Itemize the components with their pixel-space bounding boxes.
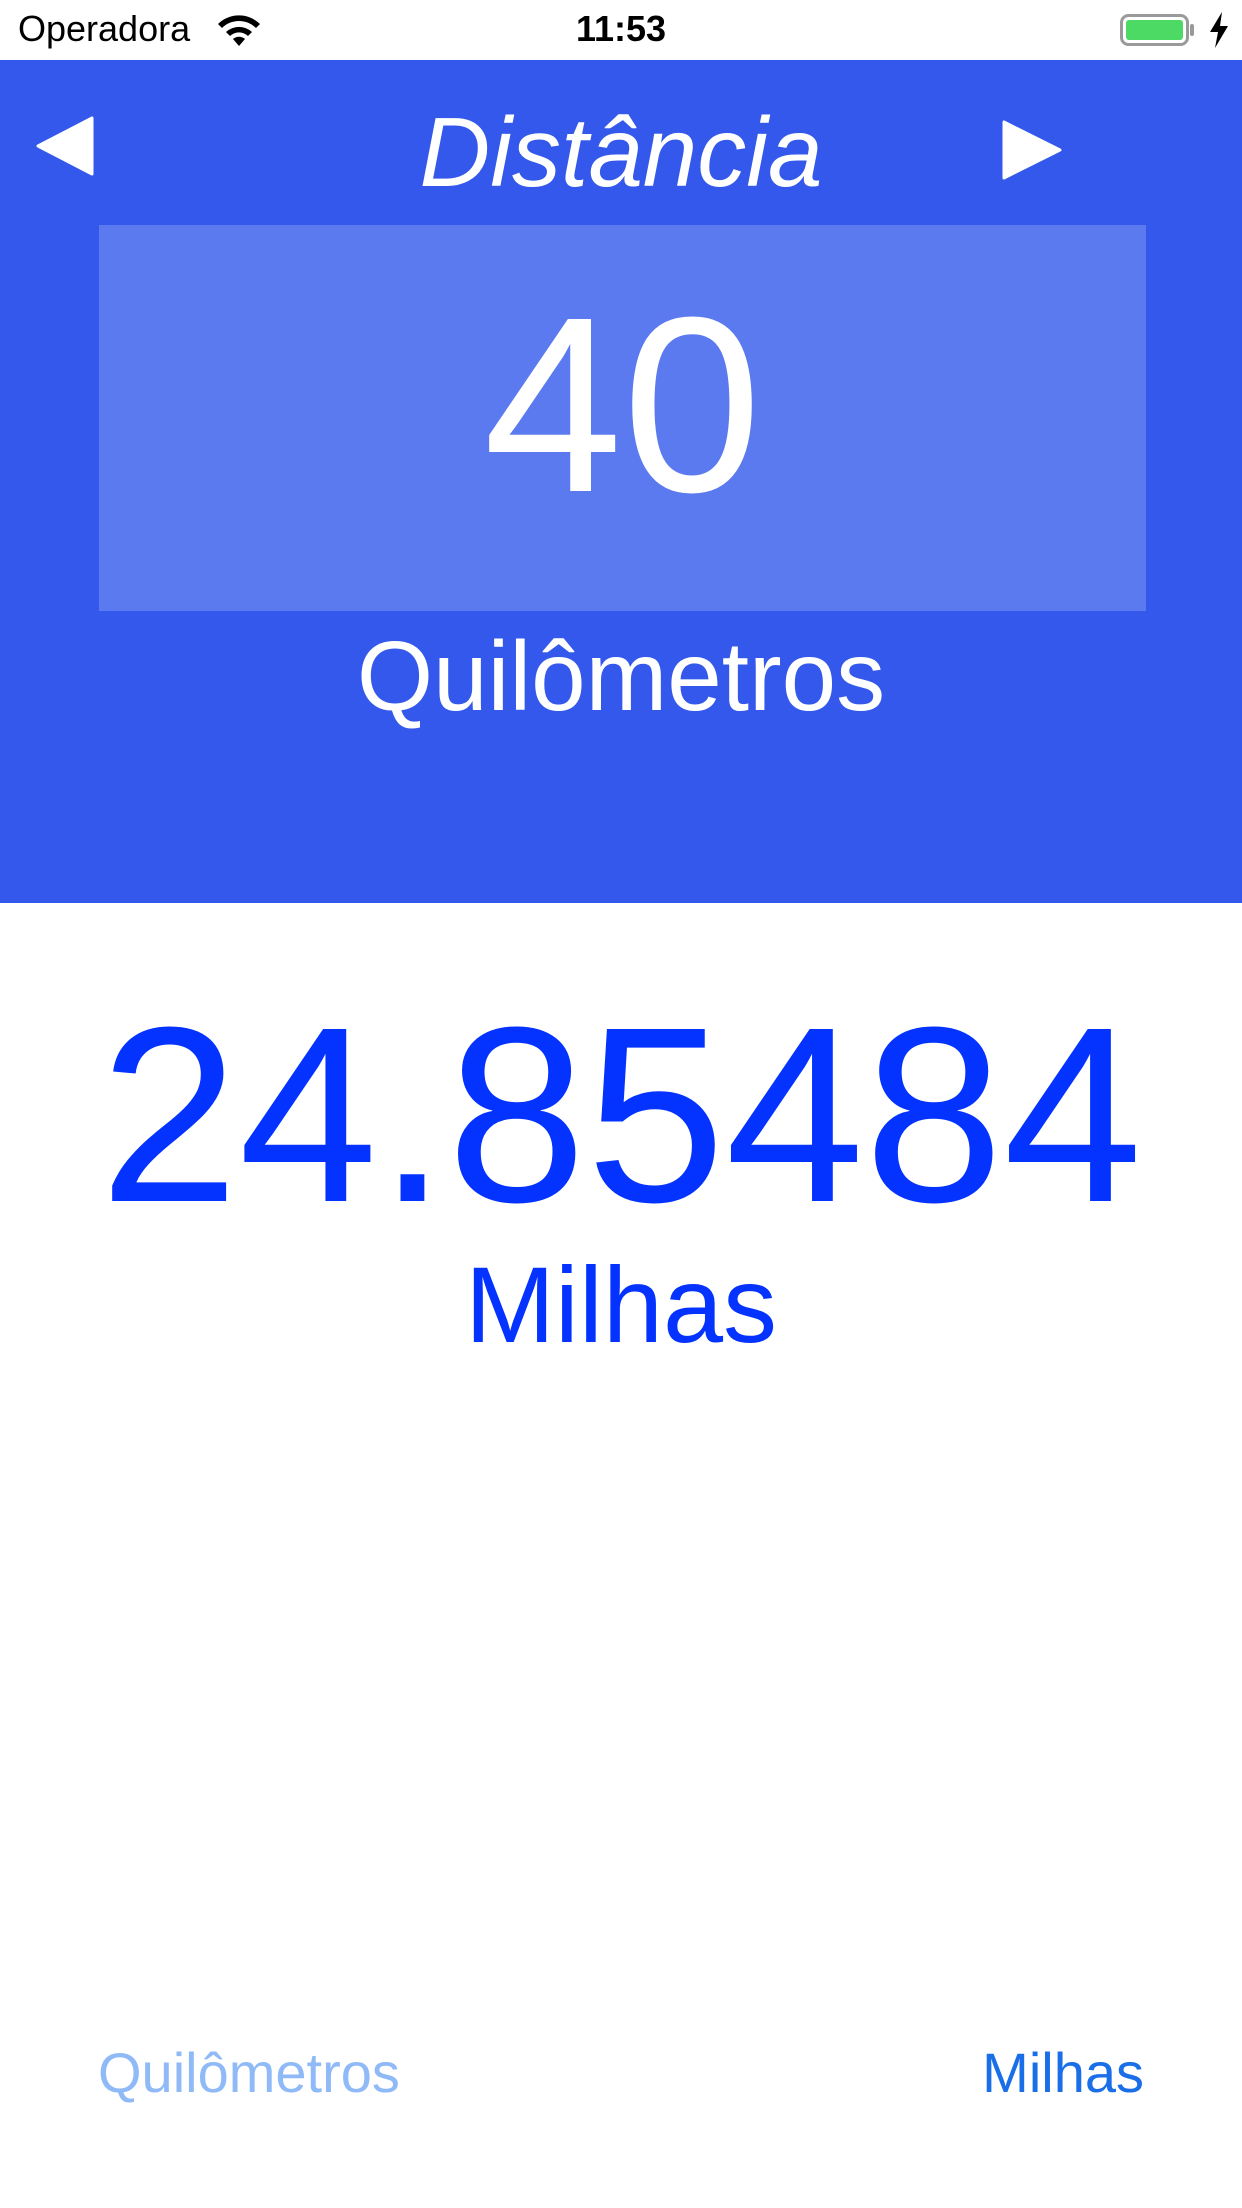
status-bar: Operadora 11:53: [0, 0, 1242, 60]
clock: 11:53: [575, 8, 667, 49]
input-field[interactable]: 40: [99, 225, 1146, 611]
battery-icon: [1120, 14, 1194, 46]
charging-icon: [1210, 12, 1228, 48]
input-panel: Distância 40 Quilômetros: [0, 60, 1242, 903]
result-unit-label: Milhas: [464, 1244, 778, 1365]
input-value[interactable]: 40: [99, 280, 1146, 530]
triangle-right-icon: [1002, 120, 1062, 180]
unit-button-miles[interactable]: Milhas: [982, 2040, 1144, 2105]
unit-button-kilometers[interactable]: Quilômetros: [98, 2040, 400, 2105]
next-category-button[interactable]: [996, 114, 1068, 186]
input-unit-label: Quilômetros: [356, 621, 886, 731]
result-value: 24.85484: [99, 975, 1143, 1254]
